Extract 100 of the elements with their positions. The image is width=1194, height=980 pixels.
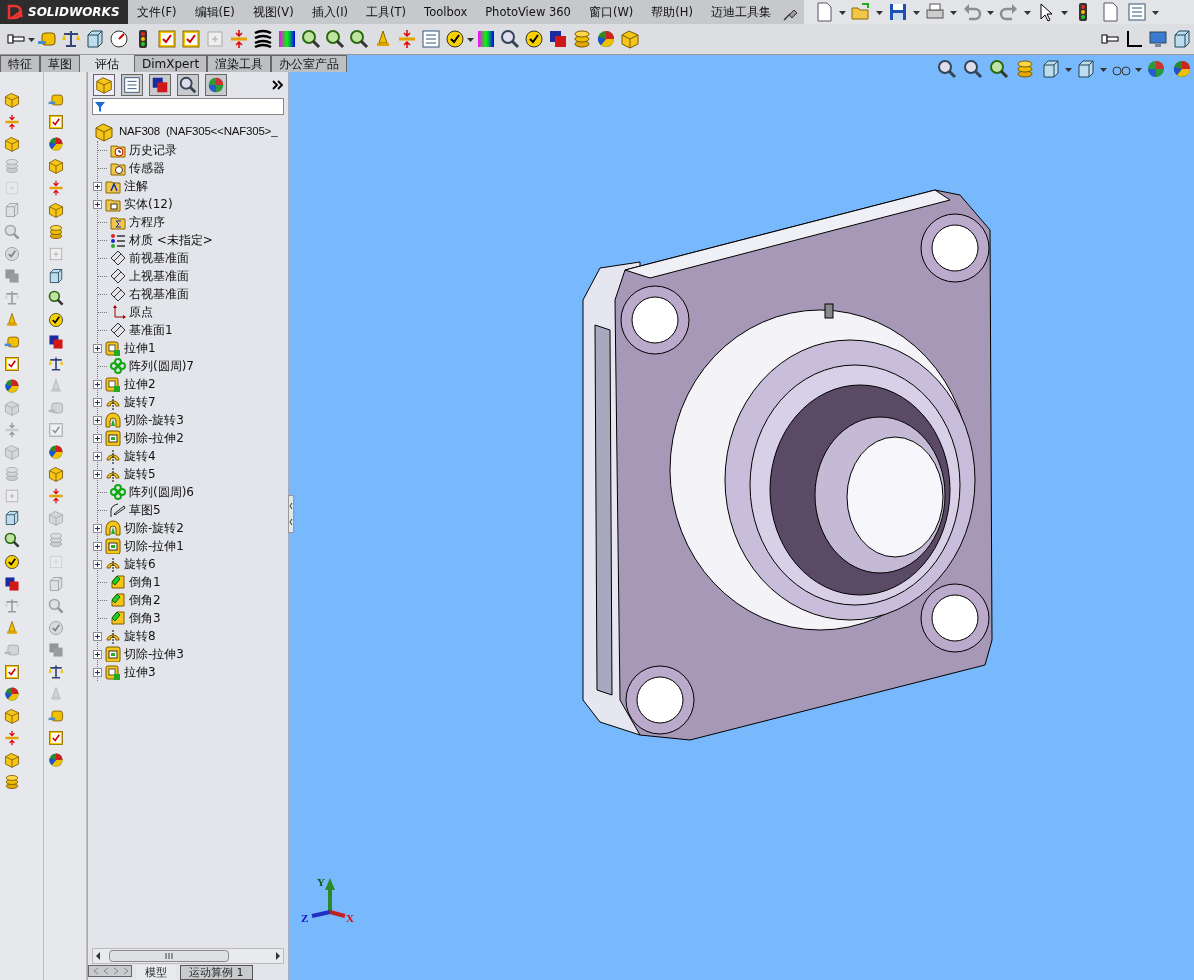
gauge-folder-icon[interactable] [110,160,126,176]
tree-item-label[interactable]: 草图5 [129,501,161,519]
pencil-sketch-icon[interactable] [110,502,126,518]
tree-item-label[interactable]: 旋转4 [124,447,156,465]
menu-item[interactable]: 文件(F) [128,0,186,24]
tree-item-label[interactable]: 拉伸1 [124,339,156,357]
cut-extrude-icon[interactable] [105,538,121,554]
expand-icon[interactable] [93,181,102,191]
pie-chart-icon[interactable] [1171,58,1193,80]
tree-item-label[interactable]: 旋转5 [124,465,156,483]
command-tab[interactable]: DimXpert [134,55,208,72]
menu-item[interactable]: 帮助(H) [642,0,702,24]
extrude-icon[interactable] [105,664,121,680]
tree-item-label[interactable]: 切除-拉伸1 [124,537,184,555]
expand-icon[interactable] [93,559,102,569]
revolve-arc-icon[interactable] [105,394,121,410]
expand-icon[interactable] [93,397,102,407]
expand-icon[interactable] [93,199,102,209]
cube-icon[interactable] [93,74,115,96]
scrollbar-thumb[interactable] [109,950,229,962]
tree-item-label[interactable]: 右视基准面 [129,285,189,303]
expand-icon[interactable] [93,649,102,659]
expand-icon[interactable] [93,451,102,461]
cube-icon[interactable] [3,91,21,109]
right-arrow-icon[interactable] [273,949,283,963]
pie-chart-icon[interactable] [595,28,617,50]
checkbox-icon[interactable] [46,729,65,747]
expand-icon[interactable] [93,541,102,551]
pie-chart-icon[interactable] [3,685,21,703]
menu-item[interactable]: Toolbox [415,0,477,24]
tree-item-label[interactable]: 传感器 [129,159,165,177]
equation-folder-icon[interactable] [110,214,126,230]
body-folder-icon[interactable] [105,196,121,212]
magnifier-icon[interactable] [988,58,1010,80]
zoom-icon[interactable] [936,58,958,80]
menu-item[interactable]: 窗口(W) [579,0,643,24]
colored-sphere-icon[interactable] [205,74,227,96]
zebra-stripes-icon[interactable] [252,28,274,50]
revolve-arc-icon[interactable] [105,466,121,482]
cube-icon[interactable] [46,201,65,219]
bottom-tab[interactable]: 模型 [136,965,176,980]
annotation-folder-icon[interactable] [105,178,121,194]
pie-chart-icon[interactable] [46,443,65,461]
checkbox-icon[interactable] [3,355,21,373]
checkbox-icon[interactable] [156,28,178,50]
expand-icon[interactable] [93,343,102,353]
material-icon[interactable] [110,232,126,248]
zoom-icon[interactable] [177,74,199,96]
splitter-handle[interactable] [288,495,294,533]
balance-scale-icon[interactable] [46,663,65,681]
compress-arrows-icon[interactable] [3,113,21,131]
zoom-icon[interactable] [499,28,521,50]
chamfer-icon[interactable] [110,592,126,608]
zoom-icon[interactable] [962,58,984,80]
command-tab[interactable]: 草图 [40,55,80,72]
horizontal-scrollbar[interactable] [92,948,284,964]
tree-item-label[interactable]: 实体(12) [124,195,173,213]
compress-arrows-icon[interactable] [3,729,21,747]
cut-extrude-icon[interactable] [105,646,121,662]
magnifier-icon[interactable] [348,28,370,50]
cube-icon[interactable] [3,751,21,769]
command-tab[interactable]: 办公室产品 [271,55,348,72]
box-icon[interactable] [3,509,21,527]
checkbox-icon[interactable] [180,28,202,50]
overlapping-squares-icon[interactable] [3,575,21,593]
monitor-icon[interactable] [1147,28,1169,50]
checkbox-icon[interactable] [46,113,65,131]
checklist-icon[interactable] [420,28,442,50]
tree-item-label[interactable]: 原点 [129,303,153,321]
compress-arrows-icon[interactable] [46,179,65,197]
magnifier-icon[interactable] [300,28,322,50]
cut-revolve-icon[interactable] [105,412,121,428]
overlapping-squares-icon[interactable] [547,28,569,50]
tree-item-label[interactable]: 方程序 [129,213,165,231]
checkbox-icon[interactable] [3,663,21,681]
gauge-icon[interactable] [108,28,130,50]
tree-item-label[interactable]: 切除-拉伸3 [124,645,184,663]
plane-icon[interactable] [110,250,126,266]
checklist-icon[interactable] [121,74,143,96]
extrude-icon[interactable] [105,340,121,356]
check-circle-icon[interactable] [523,28,545,50]
menu-item[interactable]: 迈迪工具集 [701,0,780,24]
extrude-icon[interactable] [105,376,121,392]
tree-item-label[interactable]: 基准面1 [129,321,173,339]
expand-icon[interactable] [93,415,102,425]
revolve-arc-icon[interactable] [105,556,121,572]
overlapping-squares-icon[interactable] [46,333,65,351]
plane-icon[interactable] [110,322,126,338]
colored-sphere-icon[interactable] [1145,58,1167,80]
command-tab[interactable]: 渲染工具 [207,55,272,72]
checklist-icon[interactable] [1125,1,1148,23]
magnifier-icon[interactable] [3,531,21,549]
menu-item[interactable]: 插入(I) [302,0,358,24]
tree-item-label[interactable]: 切除-拉伸2 [124,429,184,447]
expand-icon[interactable] [93,631,102,641]
cube-icon[interactable] [3,707,21,725]
menu-item[interactable]: 工具(T) [357,0,416,24]
expand-icon[interactable] [93,433,102,443]
tree-item-label[interactable]: 拉伸3 [124,663,156,681]
command-tab[interactable]: 特征 [0,55,40,72]
